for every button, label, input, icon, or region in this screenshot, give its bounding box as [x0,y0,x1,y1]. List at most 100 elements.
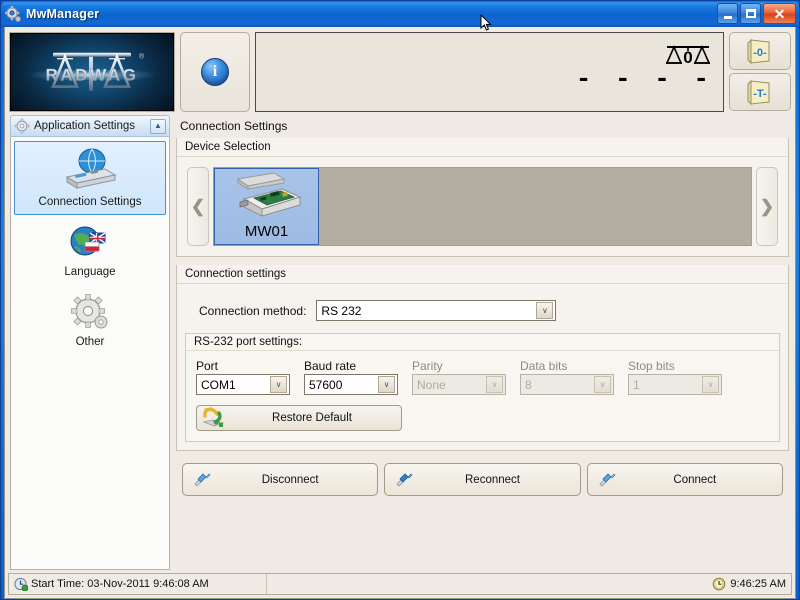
restore-default-button[interactable]: Restore Default [196,405,402,431]
device-selection-body: ❮ MW01 ❯ [185,165,780,248]
stability-zero-label: 0 [683,48,692,67]
minimize-button[interactable] [717,3,738,24]
network-device-icon [17,147,163,193]
close-icon: ✕ [773,5,786,22]
svg-text:-0-: -0- [753,47,767,59]
close-button[interactable]: ✕ [763,3,796,24]
device-prev-button[interactable]: ❮ [187,167,209,246]
balance-scale-icon: 0 [665,44,711,67]
chevron-down-icon: ∨ [270,376,287,393]
chevron-down-icon: ∨ [536,302,554,319]
content-pane: Connection Settings Device Selection ❮ M… [173,115,795,573]
gear-icon [14,118,30,134]
svg-text:®: ® [139,52,145,60]
zero-button[interactable]: -0- [729,32,791,70]
status-current-time-label: 9:46:25 AM [730,578,786,590]
status-start-time: Start Time: 03-Nov-2011 9:46:08 AM [9,574,267,594]
port-select[interactable]: COM1 ∨ [196,374,290,395]
status-start-time-label: Start Time: 03-Nov-2011 9:46:08 AM [31,578,209,590]
zero-icon: -0- [747,38,770,65]
parity-select: None ∨ [412,374,506,395]
page-title: Connection Settings [180,119,288,133]
connect-button[interactable]: Connect [586,463,783,496]
stop-bits-select: 1 ∨ [628,374,722,395]
plug-icon [599,472,616,487]
sidebar-item-connection-settings[interactable]: Connection Settings [14,141,166,215]
data-bits-label: Data bits [520,359,568,373]
app-window: MwManager ✕ RADWAG ® i 0 - - - - -0- -T-… [0,0,800,600]
clock-icon [713,577,726,591]
port-field: Port COM1 ∨ [196,359,290,395]
info-icon: i [201,57,229,86]
disconnect-button[interactable]: Disconnect [182,463,379,496]
connection-method-label: Connection method: [199,303,307,318]
maximize-button[interactable] [740,3,761,24]
device-card-mw01[interactable]: MW01 [214,168,319,245]
port-label: Port [196,359,219,373]
sidebar-items: Connection Settings Language Other [10,137,170,570]
chevron-down-icon: ∨ [594,376,611,393]
window-controls: ✕ [717,3,796,24]
connection-method-row: Connection method: RS 232 ∨ [185,292,780,323]
stop-bits-field: Stop bits 1 ∨ [628,359,722,395]
title-bar: MwManager ✕ [1,1,799,27]
globe-flags-icon [17,223,163,263]
sidebar-header-label: Application Settings [34,120,136,132]
sidebar: Application Settings ▲ Connection Settin… [5,115,173,573]
radwag-balance-logo-icon: RADWAG ® [45,52,145,91]
plug-icon [396,472,413,487]
data-bits-field: Data bits 8 ∨ [520,359,614,395]
circuit-board-module-icon [236,172,301,217]
svg-text:-T-: -T- [753,88,767,100]
gear-icon [17,293,163,333]
restore-default-label: Restore Default [272,412,352,424]
chevron-down-icon: ∨ [486,376,503,393]
client-area: RADWAG ® i 0 - - - - -0- -T- Application… [4,27,796,599]
sidebar-item-label: Connection Settings [38,196,142,208]
status-current-time: 9:46:25 AM [707,574,791,594]
connection-settings-body: Connection method: RS 232 ∨ RS-232 port … [185,292,780,442]
main-body: Application Settings ▲ Connection Settin… [5,115,795,573]
baud-rate-select[interactable]: 57600 ∨ [304,374,398,395]
brand-logo-panel: RADWAG ® [9,31,175,112]
device-name-label: MW01 [244,223,289,240]
clock-start-icon [14,577,28,591]
minimize-icon [723,15,732,19]
device-next-button[interactable]: ❯ [756,167,778,246]
sidebar-item-label: Other [75,336,105,348]
sidebar-header[interactable]: Application Settings ▲ [10,115,170,137]
reconnect-button[interactable]: Reconnect [384,463,581,496]
tare-button[interactable]: -T- [729,73,791,111]
sidebar-item-label: Language [64,266,116,278]
status-bar: Start Time: 03-Nov-2011 9:46:08 AM 9:46:… [8,573,792,595]
window-title: MwManager [26,7,100,21]
device-selection-group: Device Selection ❮ MW01 ❯ [176,138,789,257]
rs232-port-settings-group: RS-232 port settings: Port COM1 ∨ Baud r… [185,333,780,442]
reconnect-label: Reconnect [465,473,520,486]
sidebar-item-language[interactable]: Language [14,217,166,285]
parity-field: Parity None ∨ [412,359,506,395]
connection-method-select[interactable]: RS 232 ∨ [316,300,557,321]
baud-rate-label: Baud rate [304,359,357,373]
connection-settings-title: Connection settings [177,265,788,284]
tare-icon: -T- [747,79,770,106]
sidebar-collapse-button[interactable]: ▲ [150,118,166,134]
svg-text:RADWAG: RADWAG [45,65,138,84]
connection-method-value: RS 232 [321,303,362,318]
scale-action-buttons: -0- -T- [729,32,791,111]
parity-label: Parity [412,359,443,373]
port-settings-fields: Port COM1 ∨ Baud rate 57600 ∨ Parity Non… [196,359,769,395]
top-toolbar: RADWAG ® i 0 - - - - -0- -T- [5,27,795,115]
info-button[interactable]: i [180,31,250,112]
weight-display: 0 - - - - [255,31,724,112]
port-value: COM1 [201,377,236,392]
action-bar: Disconnect Reconnect Connect [176,459,789,498]
stop-bits-label: Stop bits [628,359,675,373]
stability-indicator: 0 [661,41,715,75]
rs232-port-settings-title: RS-232 port settings: [186,333,779,351]
plug-icon [194,472,211,487]
sidebar-item-other[interactable]: Other [14,287,166,355]
data-bits-value: 8 [525,377,532,392]
app-gear-icon [4,4,22,23]
chevron-down-icon: ∨ [702,376,719,393]
